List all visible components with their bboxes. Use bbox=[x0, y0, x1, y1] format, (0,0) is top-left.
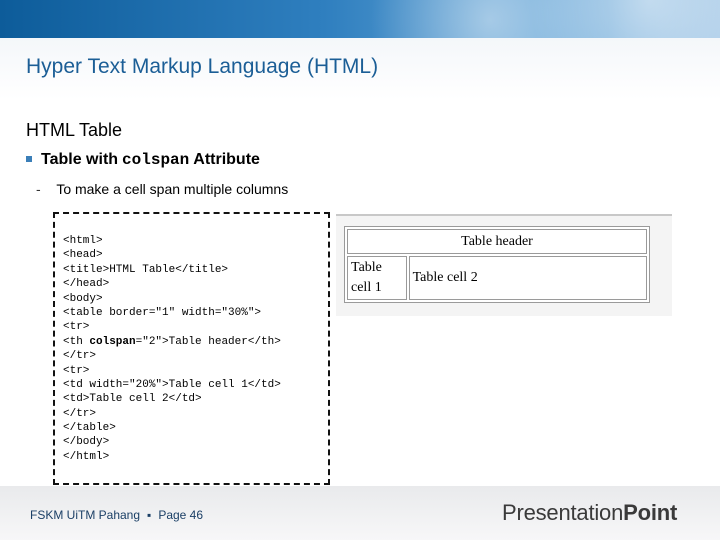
code-line: </tr> bbox=[63, 407, 97, 420]
code-line: <title>HTML Table</title> bbox=[63, 263, 229, 276]
code-line: <tr> bbox=[63, 321, 90, 334]
bullet-prefix: Table with bbox=[41, 151, 119, 168]
table-row: Table cell 1 Table cell 2 bbox=[347, 256, 647, 300]
sub-bullet-text: To make a cell span multiple columns bbox=[56, 181, 289, 197]
bullet-item: Table with colspan Attribute bbox=[26, 151, 260, 169]
brand-logo-part1: Presentation bbox=[502, 500, 624, 525]
table-row: Table header bbox=[347, 229, 647, 254]
section-heading: HTML Table bbox=[26, 120, 123, 140]
code-listing: <html> <head> <title>HTML Table</title> … bbox=[53, 212, 330, 485]
code-line: </html> bbox=[63, 450, 110, 463]
code-line: <tr> bbox=[63, 364, 90, 377]
brand-logo-part2: Point bbox=[623, 500, 678, 525]
code-line: </head> bbox=[63, 278, 110, 291]
code-line: <body> bbox=[63, 292, 103, 305]
header-banner bbox=[0, 0, 720, 38]
code-line: </table> bbox=[63, 422, 116, 435]
square-bullet-icon bbox=[26, 156, 32, 162]
footer-text: FSKM UiTM Pahang ▪ Page 46 bbox=[30, 508, 203, 522]
banner-highlight bbox=[520, 0, 720, 38]
footer-org: FSKM UiTM Pahang bbox=[30, 508, 141, 522]
code-line: <td>Table cell 2</td> bbox=[63, 393, 202, 406]
footer-separator: ▪ bbox=[147, 508, 152, 522]
slide-title: Hyper Text Markup Language (HTML) bbox=[26, 55, 379, 78]
dash-bullet: - bbox=[36, 181, 41, 197]
code-line: <head> bbox=[63, 249, 103, 262]
footer-page-number: Page 46 bbox=[158, 508, 204, 522]
code-line: <td width="20%">Table cell 1</td> bbox=[63, 378, 281, 391]
browser-preview: Table header Table cell 1 Table cell 2 bbox=[336, 214, 672, 316]
code-line: <html> bbox=[63, 235, 103, 247]
table-header-cell: Table header bbox=[347, 229, 647, 254]
code-line: </tr> bbox=[63, 350, 97, 363]
brand-logo: PresentationPoint bbox=[502, 500, 677, 526]
code-line: <th colspan="2">Table header</th> bbox=[63, 335, 281, 348]
table-cell-1: Table cell 1 bbox=[347, 256, 407, 300]
sub-bullet-item: - To make a cell span multiple columns bbox=[36, 181, 288, 197]
rendered-table: Table header Table cell 1 Table cell 2 bbox=[344, 226, 650, 303]
bullet-code-word: colspan bbox=[122, 151, 190, 169]
bullet-suffix: Attribute bbox=[193, 151, 260, 168]
table-cell-2: Table cell 2 bbox=[408, 256, 647, 300]
code-line: </body> bbox=[63, 436, 110, 449]
code-line: <table border="1" width="30%"> bbox=[63, 306, 262, 319]
